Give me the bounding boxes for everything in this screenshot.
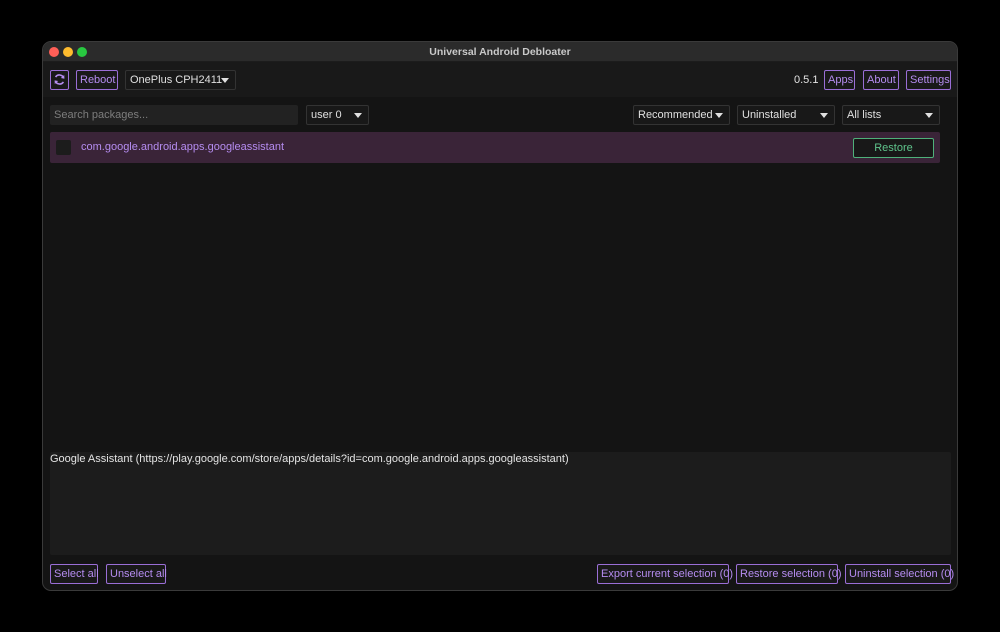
reboot-button[interactable]: Reboot [76,70,118,90]
list-select-value: All lists [847,109,882,121]
chevron-down-icon [221,78,229,83]
package-description: Google Assistant (https://play.google.co… [50,452,951,555]
chevron-down-icon [925,113,933,118]
package-name: com.google.android.apps.googleassistant [81,141,285,153]
device-select[interactable]: OnePlus CPH2411 [125,70,236,90]
chevron-down-icon [715,113,723,118]
state-select[interactable]: Uninstalled [737,105,835,125]
recommendation-select[interactable]: Recommended [633,105,730,125]
settings-button[interactable]: Settings [906,70,951,90]
close-window-button[interactable] [49,47,59,57]
uninstall-selection-button[interactable]: Uninstall selection (0) [845,564,954,584]
unselect-all-button[interactable]: Unselect all [106,564,167,584]
refresh-button[interactable] [50,70,69,90]
restore-button[interactable]: Restore [853,138,934,158]
restore-selection-button[interactable]: Restore selection (0) [736,564,842,584]
state-select-value: Uninstalled [742,109,797,121]
recommendation-select-value: Recommended [638,109,713,121]
app-window: Universal Android Debloater Reboot OnePl… [42,41,958,591]
apps-button[interactable]: Apps [824,70,855,90]
export-selection-button[interactable]: Export current selection (0) [597,564,733,584]
package-row[interactable]: com.google.android.apps.googleassistant … [50,132,940,163]
description-text: Google Assistant (https://play.google.co… [50,453,569,465]
package-checkbox[interactable] [56,140,71,155]
version-label: 0.5.1 [794,74,819,86]
top-toolbar: Reboot OnePlus CPH2411 0.5.1 Apps About … [43,62,957,97]
user-select[interactable]: user 0 [306,105,369,125]
about-button[interactable]: About [863,70,899,90]
maximize-window-button[interactable] [77,47,87,57]
device-select-value: OnePlus CPH2411 [130,74,223,86]
search-input[interactable] [50,105,298,125]
window-title: Universal Android Debloater [429,46,571,58]
select-all-button[interactable]: Select all [50,564,99,584]
chevron-down-icon [820,113,828,118]
chevron-down-icon [354,113,362,118]
title-bar: Universal Android Debloater [43,42,957,62]
list-select[interactable]: All lists [842,105,940,125]
minimize-window-button[interactable] [63,47,73,57]
refresh-icon [54,74,65,85]
user-select-value: user 0 [311,109,342,121]
bottom-bar: Select all Unselect all Export current s… [43,563,957,587]
